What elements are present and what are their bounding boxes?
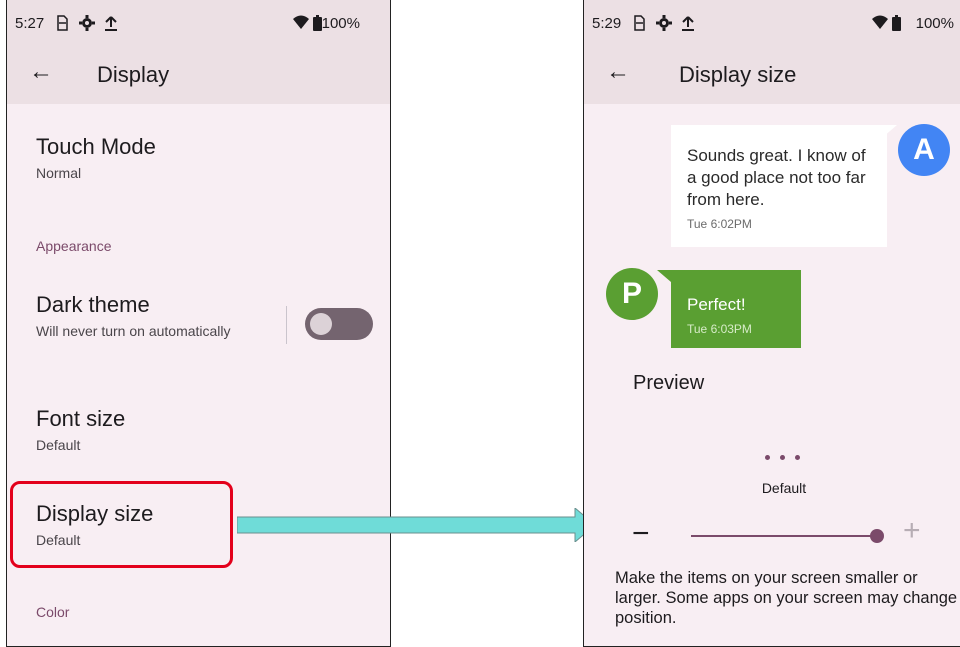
avatar-p: P <box>606 268 658 320</box>
bubble-tail <box>883 125 897 137</box>
increase-size-button[interactable]: + <box>903 514 921 548</box>
wifi-icon <box>872 15 888 33</box>
divider <box>286 306 287 344</box>
battery-icon <box>892 15 901 35</box>
display-settings-screen: 5:27 100% ← Display Touch Mode Normal Ap… <box>6 0 391 647</box>
display-size-screen: 5:29 100% ← Display size Sounds great. I… <box>583 0 960 647</box>
description-text: Make the items on your screen smaller or… <box>615 569 958 627</box>
touch-mode-item[interactable]: Touch Mode Normal <box>36 134 156 182</box>
settings-gear-icon <box>79 15 95 35</box>
battery-percent: 100% <box>321 15 360 32</box>
settings-gear-icon <box>656 15 672 35</box>
step-dot <box>765 455 770 460</box>
dark-theme-toggle[interactable] <box>305 308 373 340</box>
avatar-a: A <box>898 124 950 176</box>
item-subtitle: Will never turn on automatically <box>36 323 231 339</box>
app-bar: ← Display <box>7 48 390 104</box>
message-text: Perfect! <box>687 295 746 314</box>
sim-icon <box>632 15 646 35</box>
dark-theme-item[interactable]: Dark theme Will never turn on automatica… <box>36 292 266 340</box>
message-bubble-outgoing: Perfect! Tue 6:03PM <box>671 270 801 348</box>
preview-label: Preview <box>633 372 705 394</box>
message-time: Tue 6:03PM <box>687 322 752 336</box>
transition-arrow <box>237 508 596 542</box>
back-arrow-icon[interactable]: ← <box>29 58 53 86</box>
item-title: Font size <box>36 406 126 431</box>
bubble-tail <box>657 270 671 282</box>
item-subtitle: Default <box>36 437 81 453</box>
step-dot <box>795 455 800 460</box>
toggle-knob <box>310 313 332 335</box>
item-title: Touch Mode <box>36 134 156 159</box>
item-subtitle: Normal <box>36 165 82 181</box>
status-bar: 5:29 100% <box>584 0 960 48</box>
message-time: Tue 6:02PM <box>687 217 752 231</box>
font-size-item[interactable]: Font size Default <box>36 406 125 454</box>
app-bar: ← Display size <box>584 48 960 104</box>
display-size-value: Default <box>761 480 807 496</box>
message-bubble-incoming: Sounds great. I know of a good place not… <box>671 125 887 247</box>
item-title: Dark theme <box>36 292 150 317</box>
section-header-appearance: Appearance <box>36 238 112 254</box>
sim-icon <box>55 15 69 35</box>
battery-percent: 100% <box>915 15 954 32</box>
decrease-size-button[interactable]: − <box>632 517 650 551</box>
wifi-icon <box>293 15 309 33</box>
status-time: 5:27 <box>15 15 45 32</box>
back-arrow-icon[interactable]: ← <box>606 58 630 86</box>
display-size-slider[interactable] <box>691 535 877 537</box>
status-bar: 5:27 100% <box>7 0 390 48</box>
step-dot <box>780 455 785 460</box>
message-text: Sounds great. I know of a good place not… <box>687 146 866 209</box>
highlight-box <box>10 481 233 568</box>
upload-icon <box>105 15 117 35</box>
page-title: Display <box>97 62 170 87</box>
page-title: Display size <box>679 62 797 87</box>
slider-thumb[interactable] <box>870 529 884 543</box>
status-time: 5:29 <box>592 15 622 32</box>
upload-icon <box>682 15 694 35</box>
section-header-color: Color <box>36 604 70 620</box>
